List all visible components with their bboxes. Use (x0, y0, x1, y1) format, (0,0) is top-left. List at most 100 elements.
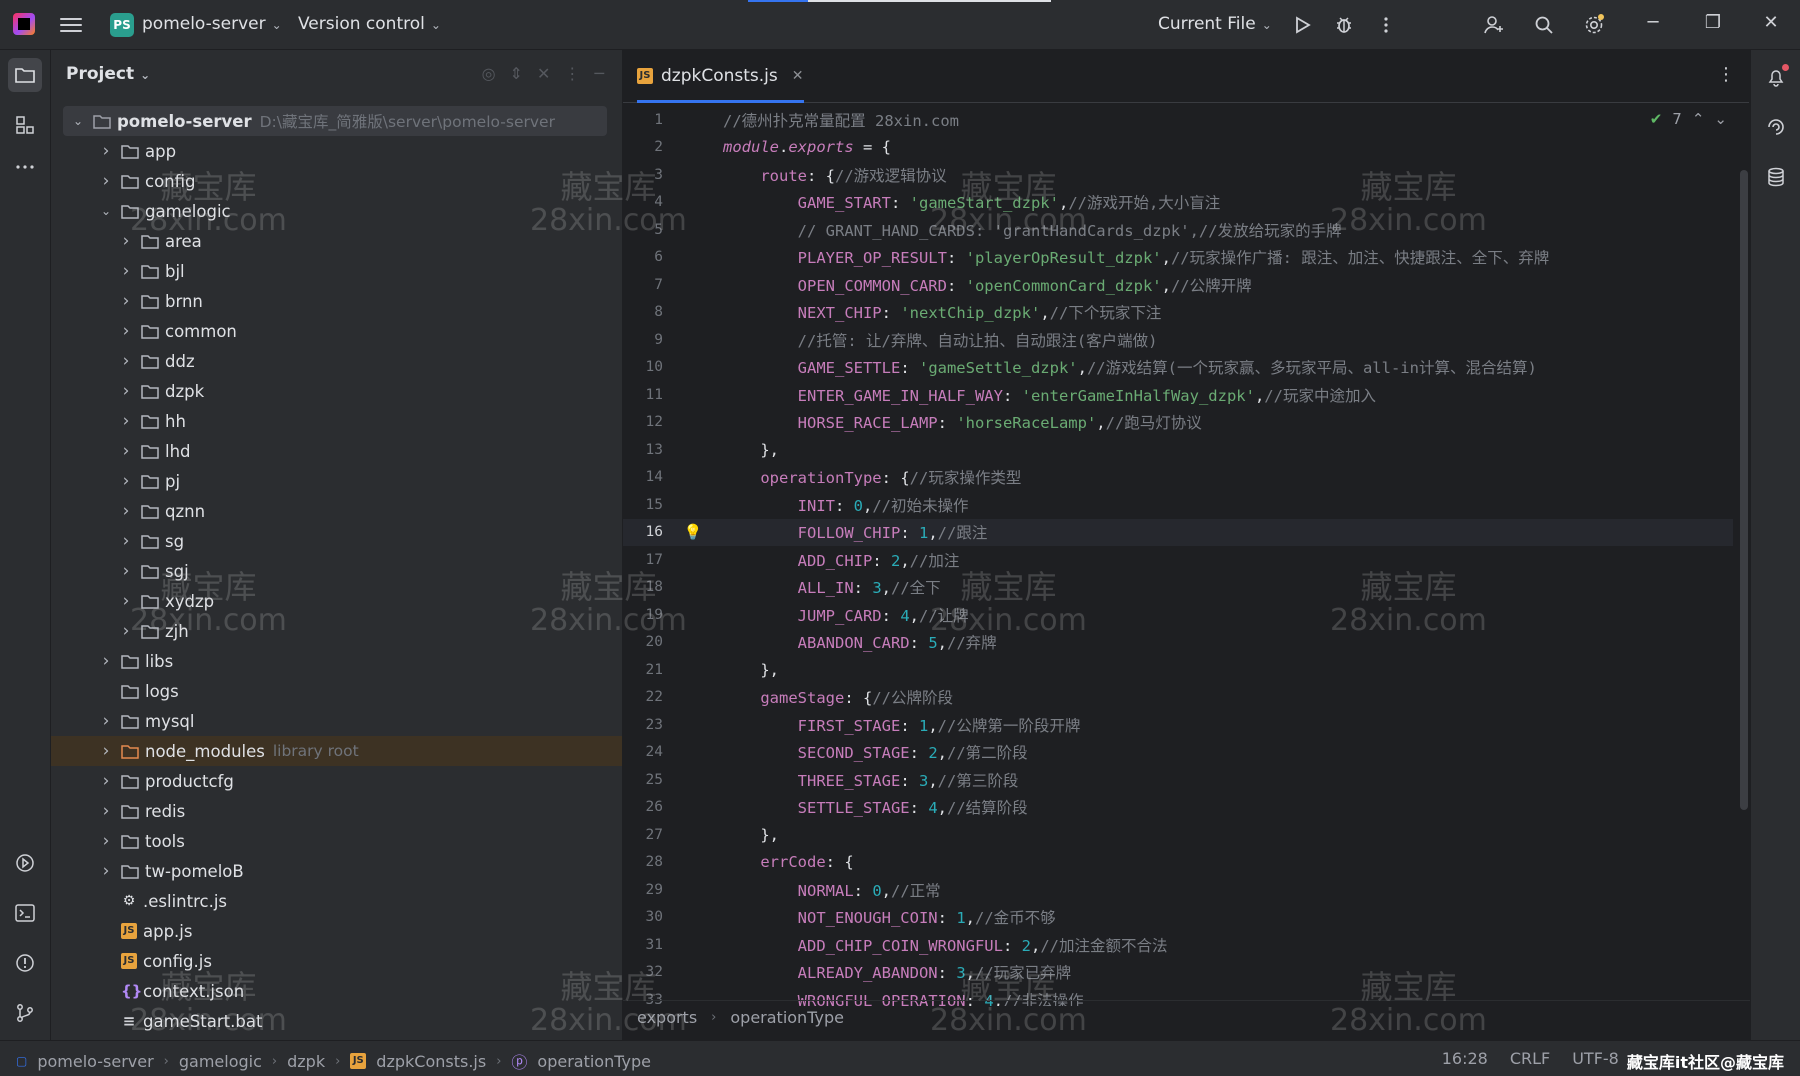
code-line[interactable]: 22 gameStage: {//公牌阶段 (623, 684, 1733, 712)
chevron-right-icon[interactable]: › (99, 741, 113, 761)
structure-icon[interactable] (8, 108, 42, 142)
line-number[interactable]: 2 (623, 139, 663, 155)
code-line[interactable]: 11 ENTER_GAME_IN_HALF_WAY: 'enterGameInH… (623, 381, 1733, 409)
editor-scrollbar[interactable] (1740, 170, 1748, 810)
tree-item[interactable]: › dzpk (51, 376, 622, 406)
chevron-right-icon[interactable]: › (119, 471, 133, 491)
code-line[interactable]: 20 ABANDON_CARD: 5,//弃牌 (623, 629, 1733, 657)
tree-item[interactable]: › app (51, 136, 622, 166)
expand-all-icon[interactable]: ⇕ (510, 64, 523, 83)
code-line[interactable]: 32 ALREADY_ABANDON: 3,//玩家已弃牌 (623, 959, 1733, 987)
code-line[interactable]: 5 // GRANT_HAND_CARDS: 'grantHandCards_d… (623, 216, 1733, 244)
line-number[interactable]: 9 (623, 332, 663, 348)
line-number[interactable]: 17 (623, 552, 663, 568)
line-number[interactable]: 10 (623, 359, 663, 375)
tree-item[interactable]: ≡ gameStart.bat (51, 1006, 622, 1036)
code-line[interactable]: 8 NEXT_CHIP: 'nextChip_dzpk',//下个玩家下注 (623, 299, 1733, 327)
tree-item[interactable]: JS app.js (51, 916, 622, 946)
chevron-right-icon[interactable]: › (119, 381, 133, 401)
code-line[interactable]: 10 GAME_SETTLE: 'gameSettle_dzpk',//游戏结算… (623, 354, 1733, 382)
line-number[interactable]: 14 (623, 469, 663, 485)
line-number[interactable]: 24 (623, 744, 663, 760)
tree-item[interactable]: › lhd (51, 436, 622, 466)
restore-icon[interactable]: ❐ (1700, 12, 1726, 33)
chevron-right-icon[interactable]: › (119, 231, 133, 251)
line-number[interactable]: 30 (623, 909, 663, 925)
line-number[interactable]: 29 (623, 882, 663, 898)
status-crumb[interactable]: operationType (537, 1052, 651, 1071)
line-number[interactable]: 22 (623, 689, 663, 705)
minimize-icon[interactable]: ─ (1640, 12, 1666, 33)
tree-item[interactable]: › qznn (51, 496, 622, 526)
code-area[interactable]: 1 //德州扑克常量配置 28xin.com 2 module.exports = {… (623, 106, 1733, 1006)
breadcrumb-item[interactable]: operationType (730, 1008, 844, 1027)
code-line[interactable]: 23 FIRST_STAGE: 1,//公牌第一阶段开牌 (623, 711, 1733, 739)
tree-item[interactable]: JS config.js (51, 946, 622, 976)
file-encoding[interactable]: UTF-8 (1572, 1049, 1619, 1073)
tree-item[interactable]: › libs (51, 646, 622, 676)
line-number[interactable]: 8 (623, 304, 663, 320)
code-line[interactable]: 25 THREE_STAGE: 3,//第三阶段 (623, 766, 1733, 794)
code-line[interactable]: 4 GAME_START: 'gameStart_dzpk',//游戏开始,大小… (623, 189, 1733, 217)
tree-item[interactable]: logs (51, 676, 622, 706)
code-line[interactable]: 6 PLAYER_OP_RESULT: 'playerOpResult_dzpk… (623, 244, 1733, 272)
chevron-right-icon[interactable]: › (99, 171, 113, 191)
tree-item[interactable]: › node_modules library root (51, 736, 622, 766)
chevron-right-icon[interactable]: › (119, 441, 133, 461)
editor-tab[interactable]: JS dzpkConsts.js ✕ (637, 50, 804, 103)
status-crumb[interactable]: dzpkConsts.js (376, 1052, 486, 1071)
close-window-icon[interactable]: ✕ (1758, 12, 1784, 33)
code-line[interactable]: 24 SECOND_STAGE: 2,//第二阶段 (623, 739, 1733, 767)
code-line[interactable]: 2 module.exports = { (623, 134, 1733, 162)
line-number[interactable]: 7 (623, 277, 663, 293)
problems-icon[interactable] (8, 946, 42, 980)
project-badge-icon[interactable]: PS (110, 13, 134, 37)
tree-item[interactable]: › sgj (51, 556, 622, 586)
app-logo-icon[interactable] (13, 13, 35, 35)
run-icon[interactable] (1290, 13, 1314, 37)
chevron-right-icon[interactable]: › (99, 771, 113, 791)
code-line[interactable]: 16 💡 FOLLOW_CHIP: 1,//跟注 (623, 518, 1733, 546)
line-number[interactable]: 25 (623, 772, 663, 788)
chevron-right-icon[interactable]: › (119, 621, 133, 641)
terminal-icon[interactable] (8, 896, 42, 930)
chevron-right-icon[interactable]: › (99, 801, 113, 821)
options-icon[interactable]: ⋮ (564, 64, 580, 83)
tree-item[interactable]: ⚙ .eslintrc.js (51, 886, 622, 916)
line-separator[interactable]: CRLF (1510, 1049, 1550, 1073)
code-line[interactable]: 21 }, (623, 656, 1733, 684)
main-menu-icon[interactable] (60, 15, 82, 35)
line-number[interactable]: 12 (623, 414, 663, 430)
line-number[interactable]: 6 (623, 249, 663, 265)
chevron-right-icon[interactable]: › (119, 351, 133, 371)
tab-options-icon[interactable]: ⋮ (1717, 64, 1735, 85)
code-line[interactable]: 29 NORMAL: 0,//正常 (623, 876, 1733, 904)
line-number[interactable]: 28 (623, 854, 663, 870)
services-icon[interactable] (8, 846, 42, 880)
tree-item[interactable]: › zjh (51, 616, 622, 646)
tree-item[interactable]: › xydzp (51, 586, 622, 616)
tree-item[interactable]: › common (51, 316, 622, 346)
tree-item[interactable]: › bjl (51, 256, 622, 286)
tree-item[interactable]: › sg (51, 526, 622, 556)
chevron-right-icon[interactable]: › (99, 711, 113, 731)
line-number[interactable]: 5 (623, 222, 663, 238)
more-horizontal-icon[interactable] (8, 150, 42, 184)
version-control-menu[interactable]: Version control ⌄ (298, 14, 441, 34)
chevron-right-icon[interactable]: › (119, 411, 133, 431)
chevron-right-icon[interactable]: › (119, 261, 133, 281)
line-number[interactable]: 20 (623, 634, 663, 650)
chevron-down-icon[interactable]: ⌄ (99, 204, 113, 218)
code-line[interactable]: 26 SETTLE_STAGE: 4,//结算阶段 (623, 794, 1733, 822)
database-icon[interactable] (1763, 164, 1789, 190)
code-line[interactable]: 15 INIT: 0,//初始未操作 (623, 491, 1733, 519)
status-crumb[interactable]: dzpk (287, 1052, 325, 1071)
tree-item[interactable]: › pj (51, 466, 622, 496)
code-line[interactable]: 14 operationType: {//玩家操作类型 (623, 464, 1733, 492)
status-crumb[interactable]: gamelogic (179, 1052, 262, 1071)
status-crumb[interactable]: pomelo-server (37, 1052, 153, 1071)
tree-item[interactable]: › mysql (51, 706, 622, 736)
caret-position[interactable]: 16:28 (1442, 1049, 1488, 1073)
chevron-right-icon[interactable]: › (99, 651, 113, 671)
tree-item[interactable]: ⌄ pomelo-server D:\藏宝库_简雅版\server\pomelo-s… (63, 106, 607, 136)
